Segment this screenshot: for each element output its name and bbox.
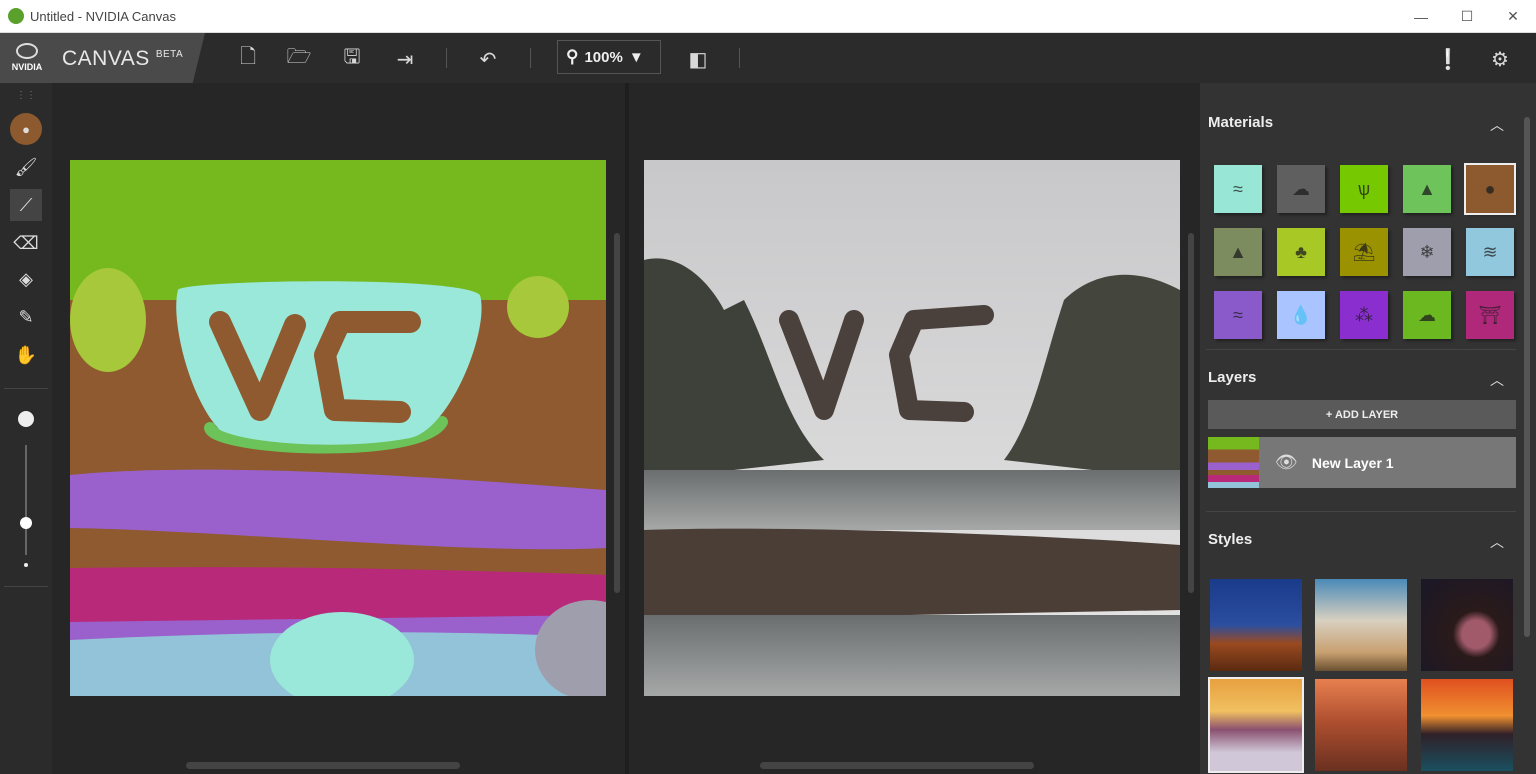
collapse-styles-icon[interactable]: ︿ <box>1490 532 1504 552</box>
layer-thumbnail <box>1208 437 1259 488</box>
layers-title: Layers <box>1208 369 1257 386</box>
compare-view-icon[interactable]: ◧ <box>684 45 712 73</box>
layer-name: New Layer 1 <box>1311 454 1394 471</box>
material-building[interactable]: ⛩ <box>1466 291 1514 339</box>
layer-item[interactable]: 👁 New Layer 1 <box>1208 437 1516 488</box>
right-panel: Materials ︿ ≈ ☁ ѱ ▲ ● ▲ ♣ ⛱ ❄ ≋ ≈ 💧 ⁂ ☁ ⛩ Layers ︿ + A… <box>1200 83 1536 774</box>
rock-icon: ● <box>1484 178 1496 199</box>
flowers-icon: ⁂ <box>1355 304 1373 325</box>
left-canvas-scrollbar[interactable] <box>614 233 620 593</box>
cloud-icon: ☁ <box>1292 178 1310 199</box>
sand-icon: ⛱ <box>1352 241 1376 262</box>
right-canvas-scrollbar[interactable] <box>1188 233 1194 593</box>
line-tool-icon[interactable]: ⟋ <box>10 189 42 221</box>
undo-icon[interactable]: ↶ <box>474 45 502 73</box>
style-thumbnail[interactable] <box>1315 679 1407 771</box>
material-flowers[interactable]: ⁂ <box>1340 291 1388 339</box>
brush-size-small-icon <box>24 563 28 567</box>
eye-icon[interactable]: 👁 <box>1275 452 1298 473</box>
fog-icon: ☁ <box>1418 304 1436 325</box>
zoom-dropdown[interactable]: ⚲ 100% ▼ <box>557 40 661 74</box>
collapse-layers-icon[interactable]: ︿ <box>1490 370 1504 390</box>
brush-size-slider-handle[interactable] <box>20 517 32 529</box>
minimize-button[interactable]: — <box>1398 0 1444 33</box>
sea-icon: ≈ <box>1233 178 1243 199</box>
snow-icon: ❄ <box>1419 241 1435 262</box>
river-icon: ≈ <box>1233 304 1243 325</box>
separator <box>739 48 740 68</box>
title-bar: Untitled - NVIDIA Canvas — ☐ ✕ <box>0 0 1536 33</box>
sky-icon: 💧 <box>1289 304 1313 325</box>
segmentation-canvas[interactable] <box>70 160 606 696</box>
divider <box>1206 349 1516 350</box>
divider <box>4 586 48 587</box>
brush-icon[interactable]: 🖌 <box>10 151 42 183</box>
material-sea[interactable]: ≈ <box>1214 165 1262 213</box>
nvidia-logo: NVIDIA <box>10 43 44 72</box>
divider <box>1206 511 1516 512</box>
export-icon[interactable]: ⇥ <box>391 45 419 73</box>
add-layer-button[interactable]: + ADD LAYER <box>1208 400 1516 429</box>
water-icon: ≋ <box>1482 241 1498 262</box>
brush-size-large-icon <box>18 411 34 427</box>
left-canvas-hscrollbar[interactable] <box>186 762 460 769</box>
gear-icon[interactable]: ⚙ <box>1486 45 1514 73</box>
hill-icon: ▲ <box>1418 178 1436 199</box>
style-thumbnail[interactable] <box>1421 679 1513 771</box>
building-icon: ⛩ <box>1478 304 1502 325</box>
collapse-materials-icon[interactable]: ︿ <box>1490 115 1504 135</box>
fill-bucket-icon[interactable]: ◈ <box>10 263 42 295</box>
hand-pan-icon[interactable]: ✋ <box>10 339 42 371</box>
open-folder-icon[interactable]: 🗁 <box>285 45 313 73</box>
material-fog[interactable]: ☁ <box>1403 291 1451 339</box>
divider <box>4 388 48 389</box>
style-thumbnail[interactable] <box>1421 579 1513 671</box>
window-title: Untitled - NVIDIA Canvas <box>30 8 176 24</box>
panel-scrollbar[interactable] <box>1524 117 1530 637</box>
style-thumbnail-selected[interactable] <box>1208 677 1304 773</box>
toolbar: NVIDIA CANVAS BETA 🗋 🗁 🖫 ⇥ ↶ ⚲ 100% ▼ ◧ ❕… <box>0 33 1536 83</box>
material-picker-icon[interactable]: ● <box>10 113 42 145</box>
close-button[interactable]: ✕ <box>1490 0 1536 33</box>
material-river[interactable]: ≈ <box>1214 291 1262 339</box>
separator <box>446 48 447 68</box>
styles-title: Styles <box>1208 531 1253 548</box>
eraser-icon[interactable]: ⌫ <box>10 227 42 259</box>
material-grass[interactable]: ѱ <box>1340 165 1388 213</box>
tool-strip: ⋮⋮ ● 🖌 ⟋ ⌫ ◈ ✎ ✋ <box>0 83 52 774</box>
materials-title: Materials <box>1208 114 1274 131</box>
grip-icon[interactable]: ⋮⋮ <box>10 87 42 103</box>
dropdown-arrow-icon: ▼ <box>628 48 644 66</box>
brush-size-slider[interactable] <box>25 445 27 555</box>
workspace <box>52 83 1200 774</box>
right-canvas-hscrollbar[interactable] <box>760 762 1034 769</box>
material-sand[interactable]: ⛱ <box>1340 228 1388 276</box>
feedback-icon[interactable]: ❕ <box>1434 45 1462 73</box>
search-icon: ⚲ <box>566 47 579 66</box>
split-divider[interactable] <box>625 83 629 774</box>
mountain-icon: ▲ <box>1229 241 1247 262</box>
material-water[interactable]: ≋ <box>1466 228 1514 276</box>
app-name: CANVAS BETA <box>62 47 184 70</box>
save-icon[interactable]: 🖫 <box>338 45 366 73</box>
style-thumbnail[interactable] <box>1210 579 1302 671</box>
material-hill[interactable]: ▲ <box>1403 165 1451 213</box>
material-rock[interactable]: ● <box>1464 163 1516 215</box>
logo: NVIDIA CANVAS BETA <box>0 33 205 83</box>
eyedropper-icon[interactable]: ✎ <box>10 301 42 333</box>
maximize-button[interactable]: ☐ <box>1444 0 1490 33</box>
grass-icon: ѱ <box>1357 178 1371 199</box>
material-tree[interactable]: ♣ <box>1277 228 1325 276</box>
style-thumbnail[interactable] <box>1315 579 1407 671</box>
tree-icon: ♣ <box>1295 241 1307 262</box>
separator <box>530 48 531 68</box>
material-cloud[interactable]: ☁ <box>1277 165 1325 213</box>
material-sky[interactable]: 💧 <box>1277 291 1325 339</box>
output-image <box>644 160 1180 696</box>
new-file-icon[interactable]: 🗋 <box>234 45 262 73</box>
material-mountain[interactable]: ▲ <box>1214 228 1262 276</box>
zoom-value: 100% <box>584 48 623 66</box>
app-icon <box>8 8 24 24</box>
material-snow[interactable]: ❄ <box>1403 228 1451 276</box>
